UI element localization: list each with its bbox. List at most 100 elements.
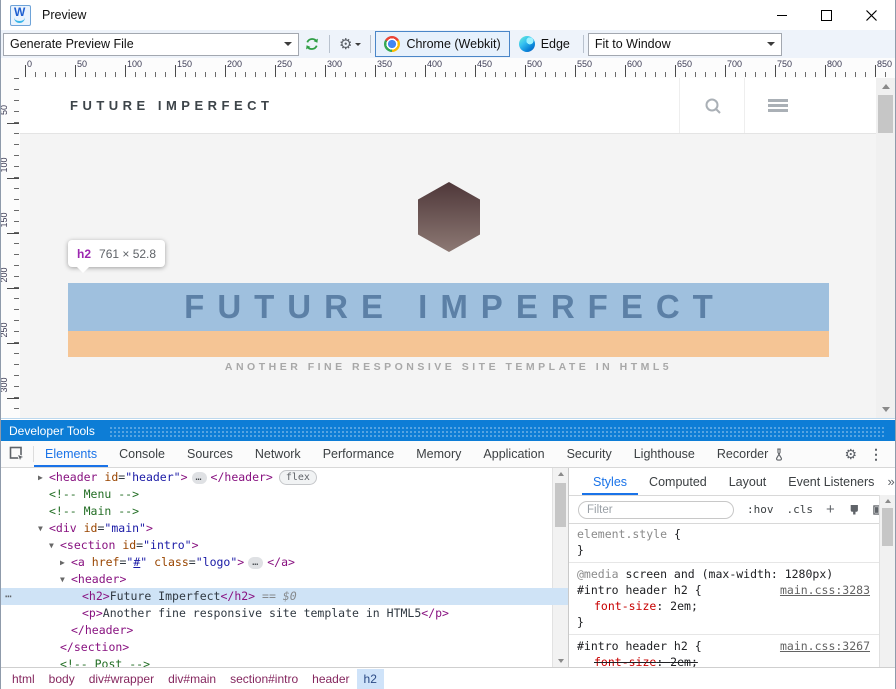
tab-performance[interactable]: Performance [312, 441, 406, 467]
dom-tree-row[interactable]: ▼<div id="main"> [1, 520, 568, 537]
ruler-tick [125, 65, 126, 77]
row-more-icon[interactable]: ⋯ [5, 588, 12, 605]
tab-recorder[interactable]: Recorder [706, 441, 796, 467]
ruler-tick [175, 65, 176, 77]
toggle-hover-state-button[interactable]: :hov [747, 503, 774, 516]
browser-tab-chrome[interactable]: Chrome (Webkit) [375, 31, 509, 57]
dom-tree-row[interactable]: ▶<a href="#" class="logo">…</a> [1, 554, 568, 571]
css-source-link[interactable]: main.css:3267 [780, 638, 870, 654]
scroll-down-button[interactable] [876, 401, 895, 418]
tab-network[interactable]: Network [244, 441, 312, 467]
dom-token: <!-- Post --> [60, 657, 150, 667]
dom-tree-row[interactable]: </header> [1, 622, 568, 639]
expander-icon[interactable]: ▶ [38, 469, 43, 486]
inspect-element-button[interactable] [1, 441, 33, 467]
ruler-label: 350 [377, 59, 392, 69]
dom-tree-row[interactable]: ▼<section id="intro"> [1, 537, 568, 554]
dom-token: </section> [60, 640, 129, 654]
ruler-corner [1, 58, 21, 79]
dom-token: id [77, 521, 98, 535]
dom-tree-row[interactable]: ▶<header id="header">…</header>flex [1, 469, 568, 486]
expander-icon[interactable]: ▼ [38, 520, 43, 537]
tab-lighthouse[interactable]: Lighthouse [623, 441, 706, 467]
ruler-tick [275, 65, 276, 77]
refresh-button[interactable] [300, 32, 324, 56]
styles-filter-input[interactable] [578, 501, 734, 519]
devtools-titlebar[interactable]: Developer Tools [1, 420, 895, 441]
breadcrumb-item-div-wrapper[interactable]: div#wrapper [82, 669, 161, 689]
expander-icon[interactable]: ▼ [60, 571, 65, 588]
breadcrumb-item-html[interactable]: html [5, 669, 42, 689]
scroll-up-button[interactable] [880, 495, 895, 507]
chevron-down-icon [284, 42, 292, 50]
site-hexagon-logo[interactable] [418, 182, 480, 252]
dom-token: </header> [71, 623, 133, 637]
css-property-line[interactable]: font-size: 2em; [577, 598, 872, 614]
site-menu-button[interactable] [744, 78, 810, 133]
css-selector-line: #intro header h2 {main.css:3283 [577, 582, 872, 598]
dom-tree-row[interactable]: ▼<header> [1, 571, 568, 588]
toggle-class-button[interactable]: .cls [787, 503, 814, 516]
maximize-button[interactable] [804, 0, 849, 30]
tab-label: Performance [323, 447, 395, 461]
scrollbar-thumb[interactable] [878, 95, 893, 133]
ruler-label: 600 [627, 59, 642, 69]
tab-sources[interactable]: Sources [176, 441, 244, 467]
styles-tab-styles[interactable]: Styles [582, 468, 638, 495]
close-icon [866, 10, 877, 21]
preview-scrollbar[interactable] [876, 78, 895, 418]
breadcrumb-item-div-main[interactable]: div#main [161, 669, 223, 689]
inline-expand-badge[interactable]: … [248, 557, 263, 569]
more-tabs-chevron-icon[interactable]: » [887, 474, 892, 489]
devtools-settings-button[interactable]: ⚙ [844, 447, 857, 462]
dom-token: class [147, 555, 189, 569]
site-logo[interactable]: FUTURE IMPERFECT [70, 98, 273, 113]
breadcrumb-item-body[interactable]: body [42, 669, 82, 689]
inline-expand-badge[interactable]: … [192, 472, 207, 484]
breadcrumb-item-header[interactable]: header [305, 669, 356, 689]
styles-tab-event-listeners[interactable]: Event Listeners [777, 468, 885, 495]
styles-tabbar: StylesComputedLayoutEvent Listeners» [569, 468, 895, 496]
zoom-select[interactable]: Fit to Window [588, 33, 782, 56]
css-source-link[interactable]: main.css:3283 [780, 582, 870, 598]
expander-icon[interactable]: ▶ [60, 554, 65, 571]
dom-tree-row[interactable]: ⋯<h2>Future Imperfect</h2> == $0 [1, 588, 568, 605]
minimize-button[interactable] [759, 0, 804, 30]
ruler-tick [325, 65, 326, 77]
dom-token: </h2> [220, 589, 255, 603]
styles-tab-computed[interactable]: Computed [638, 468, 718, 495]
scroll-up-button[interactable] [876, 78, 895, 95]
browser-tab-edge[interactable]: Edge [510, 31, 579, 57]
tab-security[interactable]: Security [556, 441, 623, 467]
styles-scrollbar[interactable] [879, 495, 895, 667]
site-search-button[interactable] [679, 78, 745, 133]
dom-tree-row[interactable]: </section> [1, 639, 568, 656]
settings-button[interactable]: ⚙ [335, 32, 365, 56]
generate-preview-select[interactable]: Generate Preview File [3, 33, 299, 56]
dom-tree-row[interactable]: <!-- Main --> [1, 503, 568, 520]
stamp-icon[interactable] [848, 503, 861, 517]
window-titlebar: W Preview [1, 0, 895, 30]
ruler-tick [575, 65, 576, 77]
breadcrumb-item-h2[interactable]: h2 [357, 669, 384, 689]
kebab-menu-button[interactable]: ⋮ [869, 446, 883, 463]
css-property-line[interactable]: font-size: 2em; [577, 654, 872, 667]
close-button[interactable] [849, 0, 894, 30]
new-style-rule-button[interactable]: + [826, 503, 835, 517]
dom-tree-row[interactable]: <!-- Post --> [1, 656, 568, 667]
tab-console[interactable]: Console [108, 441, 176, 467]
expander-icon[interactable]: ▼ [49, 537, 54, 554]
ruler-tick [25, 65, 26, 77]
dom-tree-row[interactable]: <!-- Menu --> [1, 486, 568, 503]
ruler-label: 550 [577, 59, 592, 69]
dom-token: </header> [211, 470, 273, 484]
tab-elements[interactable]: Elements [34, 441, 108, 467]
scrollbar-thumb[interactable] [882, 508, 893, 546]
tab-memory[interactable]: Memory [405, 441, 472, 467]
dom-tree-row[interactable]: <p>Another fine responsive site template… [1, 605, 568, 622]
css-media-keyword: @media [577, 567, 619, 581]
chevron-down-icon [355, 43, 361, 49]
styles-tab-layout[interactable]: Layout [718, 468, 778, 495]
breadcrumb-item-section-intro[interactable]: section#intro [223, 669, 305, 689]
tab-application[interactable]: Application [472, 441, 555, 467]
